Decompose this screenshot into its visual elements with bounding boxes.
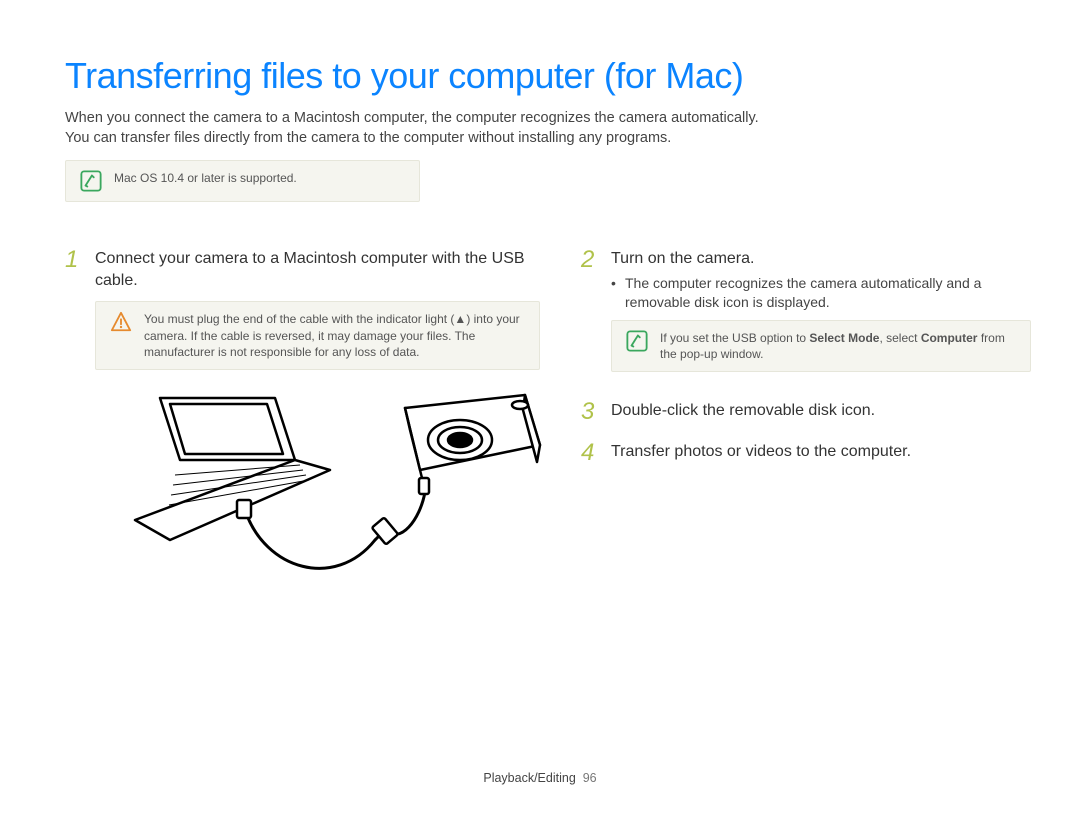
left-column: 1 Connect your camera to a Macintosh com… bbox=[65, 248, 545, 596]
usb-warning-text: You must plug the end of the cable with … bbox=[144, 311, 525, 360]
step-3: 3 Double-click the removable disk icon. bbox=[581, 400, 1031, 426]
intro-line-1: When you connect the camera to a Macinto… bbox=[65, 110, 759, 126]
step-number: 2 bbox=[581, 248, 597, 372]
connection-diagram bbox=[125, 390, 545, 580]
step-number: 3 bbox=[581, 400, 597, 426]
step-2: 2 Turn on the camera. The computer recog… bbox=[581, 248, 1031, 372]
os-support-text: Mac OS 10.4 or later is supported. bbox=[114, 170, 297, 186]
step-2-bullet: The computer recognizes the camera autom… bbox=[611, 274, 1031, 312]
select-mode-note: If you set the USB option to Select Mode… bbox=[611, 320, 1031, 372]
step-2-text: Turn on the camera. bbox=[611, 248, 1031, 270]
memo-icon bbox=[626, 330, 648, 352]
os-support-note: Mac OS 10.4 or later is supported. bbox=[65, 160, 420, 202]
footer-section: Playback/Editing bbox=[483, 771, 575, 785]
step-1: 1 Connect your camera to a Macintosh com… bbox=[65, 248, 545, 580]
warning-icon bbox=[110, 311, 132, 333]
footer-page-number: 96 bbox=[583, 771, 597, 785]
laptop-icon bbox=[135, 398, 330, 540]
camera-icon bbox=[405, 395, 540, 490]
intro-line-2: You can transfer files directly from the… bbox=[65, 130, 671, 146]
memo-icon bbox=[80, 170, 102, 192]
usb-warning-note: You must plug the end of the cable with … bbox=[95, 301, 540, 370]
step-1-text: Connect your camera to a Macintosh compu… bbox=[95, 248, 545, 291]
step-4: 4 Transfer photos or videos to the compu… bbox=[581, 441, 1031, 467]
page-footer: Playback/Editing 96 bbox=[0, 771, 1080, 785]
manual-page: Transferring files to your computer (for… bbox=[0, 0, 1080, 815]
intro-text: When you connect the camera to a Macinto… bbox=[65, 109, 1015, 148]
select-mode-text: If you set the USB option to Select Mode… bbox=[660, 330, 1016, 362]
content-columns: 1 Connect your camera to a Macintosh com… bbox=[65, 248, 1015, 596]
step-4-text: Transfer photos or videos to the compute… bbox=[611, 441, 1031, 463]
step-number: 4 bbox=[581, 441, 597, 467]
right-column: 2 Turn on the camera. The computer recog… bbox=[581, 248, 1031, 596]
step-number: 1 bbox=[65, 248, 81, 580]
triangle-up-icon: ▲ bbox=[454, 311, 466, 327]
step-3-text: Double-click the removable disk icon. bbox=[611, 400, 1031, 422]
page-title: Transferring files to your computer (for… bbox=[65, 55, 1015, 97]
